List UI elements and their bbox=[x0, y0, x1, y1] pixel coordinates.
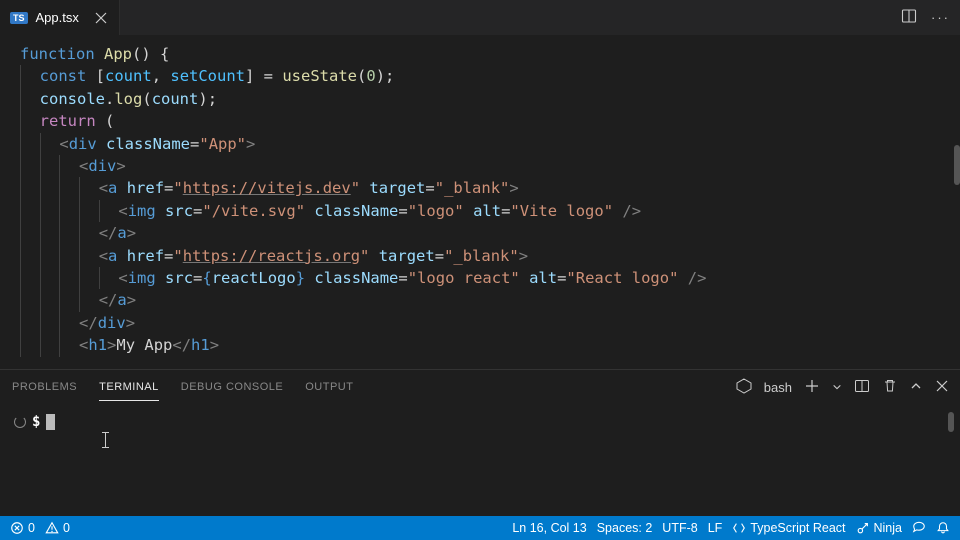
status-errors[interactable]: 0 bbox=[10, 521, 35, 535]
text-cursor-ibeam bbox=[105, 432, 106, 448]
code-editor[interactable]: function App() { const [count, setCount]… bbox=[0, 35, 942, 369]
new-terminal-icon[interactable] bbox=[804, 378, 820, 397]
terminal-scrollbar[interactable] bbox=[948, 412, 954, 508]
close-tab-button[interactable] bbox=[93, 10, 109, 26]
kill-terminal-icon[interactable] bbox=[882, 378, 898, 397]
tab-bar: TS App.tsx ··· bbox=[0, 0, 960, 35]
tab-filename: App.tsx bbox=[36, 10, 79, 25]
chevron-down-icon[interactable] bbox=[832, 380, 842, 395]
tab-app-tsx[interactable]: TS App.tsx bbox=[0, 0, 120, 35]
notifications-icon[interactable] bbox=[936, 521, 950, 535]
split-terminal-icon[interactable] bbox=[854, 378, 870, 397]
terminal-profile-icon[interactable] bbox=[736, 378, 752, 397]
terminal-shell-name[interactable]: bash bbox=[764, 380, 792, 395]
minimap[interactable] bbox=[942, 35, 960, 369]
terminal[interactable]: $ bbox=[0, 404, 960, 516]
terminal-cursor bbox=[46, 414, 55, 430]
spinner-icon bbox=[14, 416, 26, 428]
tab-terminal[interactable]: TERMINAL bbox=[99, 381, 159, 393]
status-bar: 0 0 Ln 16, Col 13 Spaces: 2 UTF-8 LF Typ… bbox=[0, 516, 960, 540]
status-language[interactable]: TypeScript React bbox=[732, 521, 845, 535]
typescript-icon: TS bbox=[10, 12, 28, 24]
tab-debug-console[interactable]: DEBUG CONSOLE bbox=[181, 381, 283, 393]
tab-output[interactable]: OUTPUT bbox=[305, 381, 353, 393]
status-ninja[interactable]: Ninja bbox=[856, 521, 903, 535]
status-indentation[interactable]: Spaces: 2 bbox=[597, 521, 653, 535]
more-actions-icon[interactable]: ··· bbox=[931, 10, 950, 25]
panel-tabbar: PROBLEMS TERMINAL DEBUG CONSOLE OUTPUT b… bbox=[0, 370, 960, 404]
status-cursor-position[interactable]: Ln 16, Col 13 bbox=[512, 521, 586, 535]
status-encoding[interactable]: UTF-8 bbox=[662, 521, 697, 535]
status-warnings[interactable]: 0 bbox=[45, 521, 70, 535]
tab-problems[interactable]: PROBLEMS bbox=[12, 381, 77, 393]
feedback-icon[interactable] bbox=[912, 521, 926, 535]
terminal-prompt: $ bbox=[32, 414, 40, 430]
split-editor-icon[interactable] bbox=[901, 8, 917, 27]
close-panel-icon[interactable] bbox=[934, 378, 950, 397]
status-eol[interactable]: LF bbox=[708, 521, 723, 535]
chevron-up-icon[interactable] bbox=[910, 380, 922, 395]
